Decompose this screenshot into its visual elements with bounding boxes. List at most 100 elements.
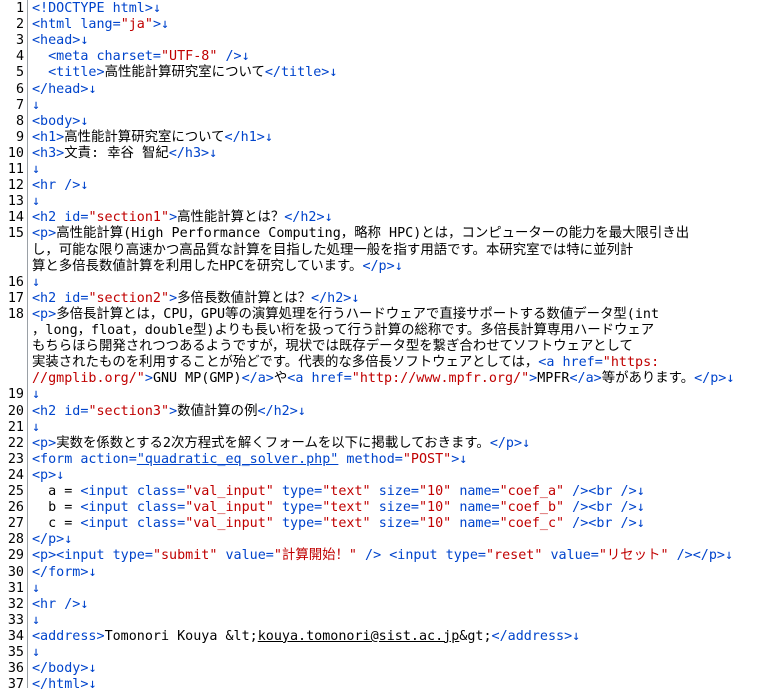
code-line: 3 <head>↓ xyxy=(0,33,764,49)
html-tag: <h2 xyxy=(32,290,65,306)
text-segment: &gt; xyxy=(459,628,492,644)
html-attribute: lang= xyxy=(80,17,121,33)
line-number: 18 xyxy=(7,306,24,322)
newline-mark: ↓ xyxy=(32,612,41,628)
code-line: 36 </body>↓ xyxy=(0,661,764,677)
newline-mark: ↓ xyxy=(636,484,645,499)
code-line: 35 ↓ xyxy=(0,645,764,661)
newline-mark: ↓ xyxy=(724,548,734,564)
html-tag: <p><input xyxy=(32,548,113,564)
newline-mark: ↓ xyxy=(209,145,218,161)
line-number: 33 xyxy=(7,612,24,628)
code-text: ↓ xyxy=(32,581,764,597)
line-number: 16 xyxy=(7,274,24,290)
line-number: 31 xyxy=(7,580,24,596)
code-text: <h1>高性能計算研究室について</h1>↓ xyxy=(32,130,764,146)
code-line: 14 <h2 id="section1">高性能計算とは？</h2>↓ xyxy=(0,210,764,226)
html-tag: </h2> xyxy=(311,290,352,306)
text-segment xyxy=(371,500,379,515)
html-tag: </head> xyxy=(32,81,89,97)
line-number: 21 xyxy=(7,419,24,435)
line-number: 12 xyxy=(7,178,24,194)
newline-mark: ↓ xyxy=(80,113,89,129)
code-text: <hr />↓ xyxy=(32,597,764,613)
code-line: 27 c = <input class="val_input" type="te… xyxy=(0,516,764,532)
newline-mark: ↓ xyxy=(241,49,250,65)
text-segment xyxy=(371,484,379,499)
code-text: ↓ xyxy=(32,645,764,661)
html-attribute: class= xyxy=(136,484,186,499)
newline-mark: ↓ xyxy=(161,17,170,33)
text-segment: GNU MP(GMP) xyxy=(152,371,242,387)
line-number: 37 xyxy=(7,677,24,693)
code-line: 12 <hr />↓ xyxy=(0,178,764,194)
line-number: 13 xyxy=(7,194,24,210)
line-number: 29 xyxy=(7,548,24,564)
code-line: 18 <p>多倍長計算とは，CPU，GPU等の演算処理を行うハードウェアで直接サポ… xyxy=(0,307,764,323)
html-tag: <p> xyxy=(32,467,57,483)
line-number: 28 xyxy=(7,532,24,548)
code-line: 30 </form>↓ xyxy=(0,565,764,581)
code-text: <p><input type="submit" value="計算開始！" />… xyxy=(32,548,764,564)
line-number: 11 xyxy=(7,162,24,177)
text-segment xyxy=(274,500,282,515)
newline-mark: ↓ xyxy=(324,210,333,226)
line-number: 6 xyxy=(15,81,24,97)
newline-mark: ↓ xyxy=(459,451,468,467)
code-line: 31 ↓ xyxy=(0,581,764,597)
code-line: 23 <form action="quadratic_eq_solver.php"… xyxy=(0,452,764,468)
newline-mark: ↓ xyxy=(80,33,89,49)
text-segment: 高性能計算研究室について xyxy=(64,129,225,145)
line-number: 14 xyxy=(7,210,24,226)
html-attribute: type= xyxy=(445,548,486,564)
html-tag: </h3> xyxy=(168,145,210,161)
code-line: 16 ↓ xyxy=(0,275,764,291)
newline-mark: ↓ xyxy=(572,628,581,644)
code-text: <hr />↓ xyxy=(32,178,764,194)
attribute-value: "reset" xyxy=(485,548,543,564)
code-text: <head>↓ xyxy=(32,33,764,49)
text-segment: 高性能計算(High Performance Computing，略称 HPC)… xyxy=(56,226,690,242)
attribute-value: "10" xyxy=(419,516,452,532)
html-tag: </a> xyxy=(569,371,602,387)
line-number: 25 xyxy=(7,484,24,499)
text-segment: 実数を係数とする2次方程式を解くフォームを以下に掲載しておきます。 xyxy=(56,435,490,451)
text-segment: 数値計算の例 xyxy=(177,403,258,419)
html-tag: > xyxy=(169,290,178,306)
html-attribute: name= xyxy=(459,500,500,516)
html-tag: </form> xyxy=(32,564,89,580)
html-tag: <h2 xyxy=(32,210,65,226)
html-attribute: size= xyxy=(378,500,419,516)
newline-mark: ↓ xyxy=(726,371,735,387)
attribute-value: "text" xyxy=(322,516,371,532)
code-editor[interactable]: 1 <!DOCTYPE html>↓ 2 <html lang="ja">↓ 3 <hea… xyxy=(0,0,764,692)
newline-mark: ↓ xyxy=(32,387,41,403)
html-tag: </p> xyxy=(32,532,65,548)
newline-mark: ↓ xyxy=(264,129,273,145)
attribute-value: "10" xyxy=(419,500,452,516)
code-text: ↓ xyxy=(32,613,764,629)
code-line: 7 ↓ xyxy=(0,98,764,114)
line-number: 10 xyxy=(7,145,24,161)
html-tag: <a xyxy=(287,371,312,387)
code-line: 20 <h2 id="section3">数値計算の例</h2>↓ xyxy=(0,404,764,420)
line-number: 27 xyxy=(7,516,24,532)
attribute-value: "リセット" xyxy=(598,548,669,564)
code-line: 9 <h1>高性能計算研究室について</h1>↓ xyxy=(0,130,764,146)
html-attribute: id= xyxy=(64,210,89,226)
html-tag: <address> xyxy=(32,628,105,644)
html-tag: <input xyxy=(80,516,137,532)
text-segment xyxy=(274,516,282,531)
newline-mark: ↓ xyxy=(351,290,360,306)
html-attribute: name= xyxy=(459,516,500,532)
html-tag: <hr /> xyxy=(32,596,81,612)
html-attribute: method= xyxy=(346,451,403,467)
code-text: c = <input class="val_input" type="text"… xyxy=(32,516,764,532)
newline-mark: ↓ xyxy=(32,419,41,435)
html-tag: </h2> xyxy=(257,403,298,419)
code-text: </body>↓ xyxy=(32,661,764,677)
html-attribute: id= xyxy=(64,403,89,419)
attribute-value: "coef_a" xyxy=(499,484,565,499)
newline-mark: ↓ xyxy=(88,661,97,677)
line-number: 26 xyxy=(7,500,24,516)
